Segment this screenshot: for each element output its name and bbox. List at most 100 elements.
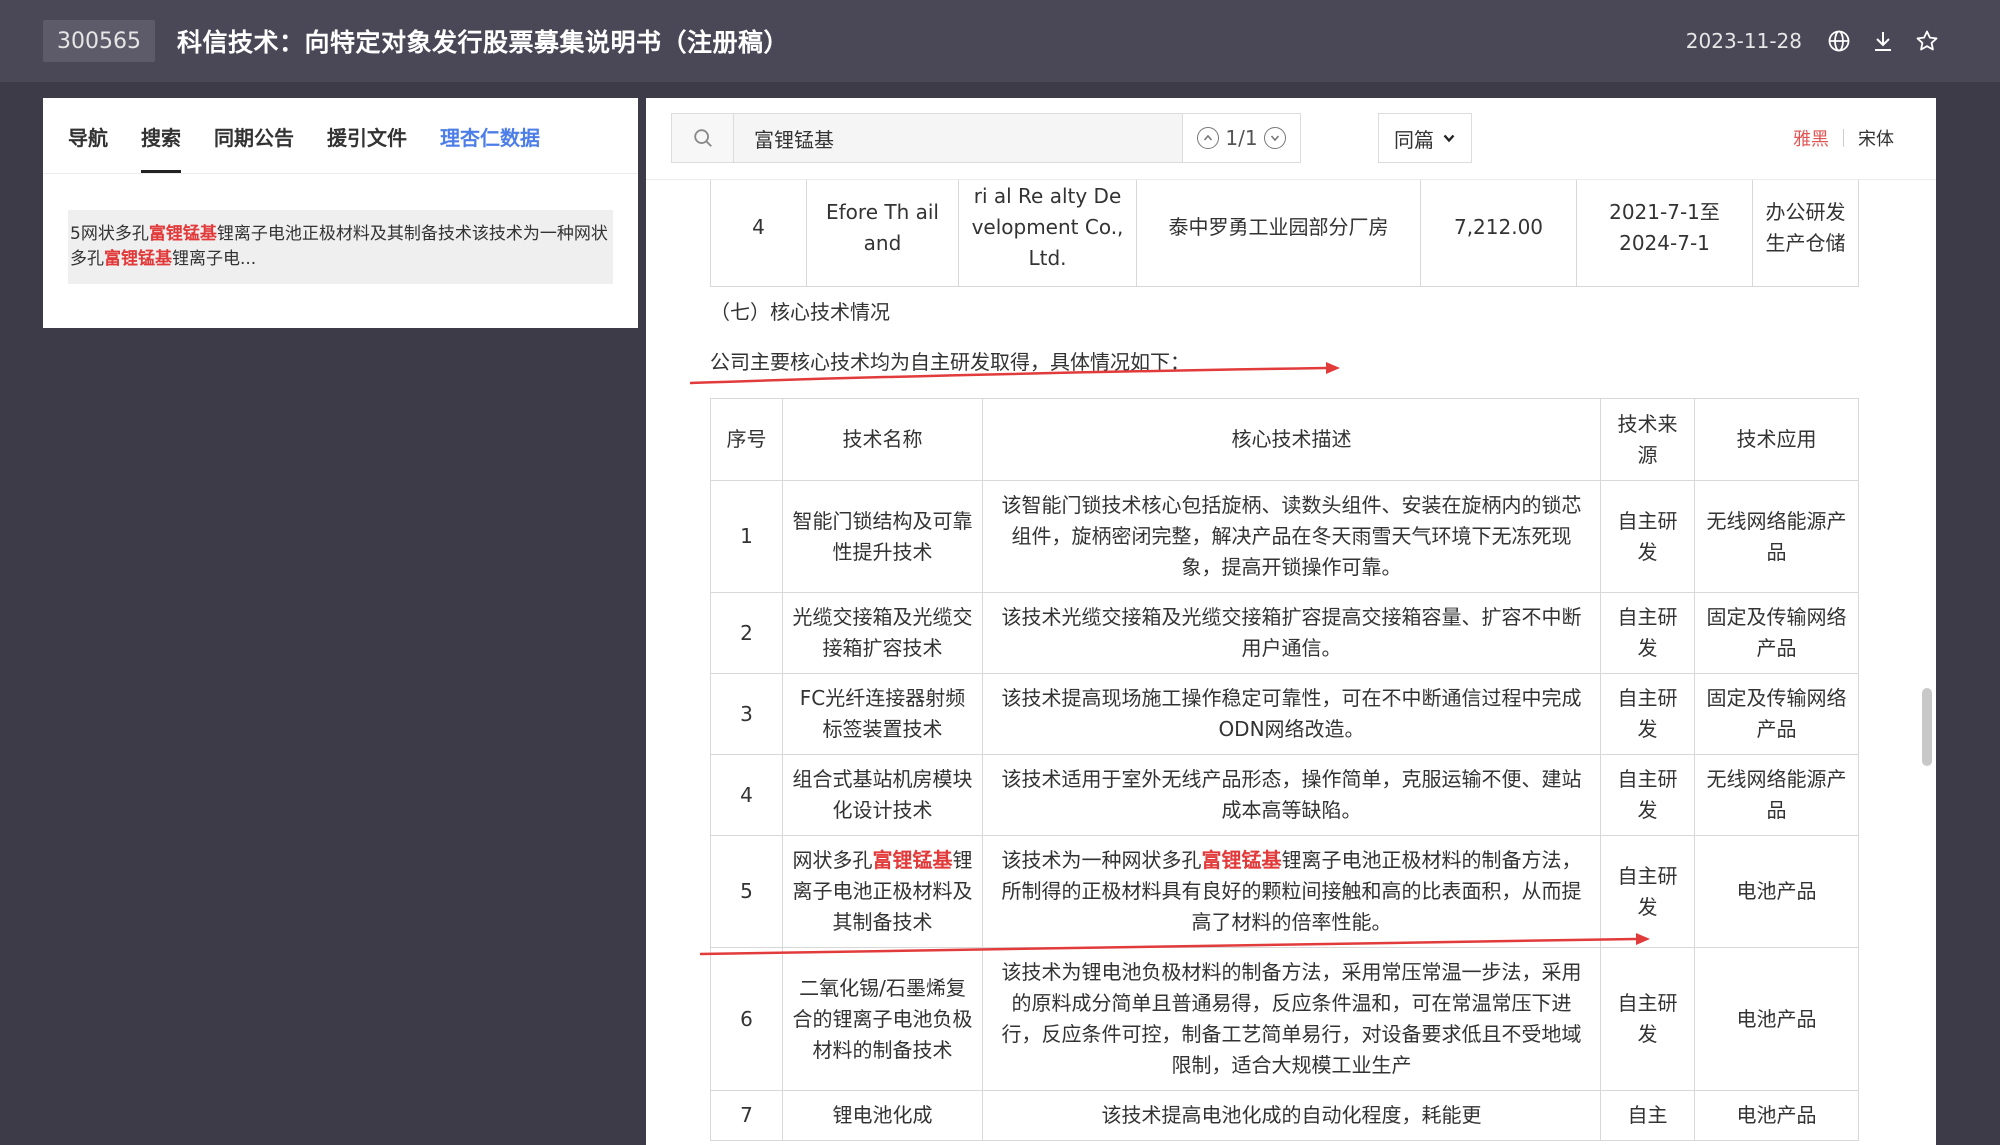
- tab-navigation[interactable]: 导航: [68, 122, 108, 173]
- font-option-yahei[interactable]: 雅黑: [1779, 125, 1843, 151]
- table-cell: 电池产品: [1694, 1090, 1859, 1141]
- table-cell: 自主研发: [1600, 754, 1695, 836]
- search-highlight: 富锂锰基: [1201, 848, 1282, 872]
- table-cell: ri al Re alty De velopment Co., Ltd.: [958, 168, 1137, 287]
- table-cell: 7,212.00: [1420, 168, 1577, 287]
- top-bar: 300565 科信技术：向特定对象发行股票募集说明书（注册稿） 2023-11-…: [0, 0, 2000, 82]
- table-cell: 4: [710, 168, 807, 287]
- header-cell: 技术名称: [782, 398, 983, 481]
- table-cell: 该技术提高电池化成的自动化程度，耗能更: [982, 1090, 1601, 1141]
- document-page: 4 Efore Th ail and ri al Re alty De velo…: [646, 98, 1936, 1145]
- table-cell: 电池产品: [1694, 835, 1859, 948]
- top-actions: 2023-11-28: [1686, 0, 1940, 82]
- left-panel: 导航 搜索 同期公告 援引文件 理杏仁数据 5网状多孔富锂锰基锂离子电池正极材料…: [43, 98, 638, 328]
- table-cell: 泰中罗勇工业园部分厂房: [1136, 168, 1421, 287]
- table-cell: 固定及传输网络产品: [1694, 673, 1859, 755]
- next-match-button[interactable]: [1263, 127, 1286, 149]
- table-header-row: 序号 技术名称 核心技术描述 技术来源 技术应用: [710, 398, 1859, 481]
- table-row: 6 二氧化锡/石墨烯复合的锂离子电池负极材料的制备技术 该技术为锂电池负极材料的…: [710, 947, 1859, 1091]
- table-cell: 固定及传输网络产品: [1694, 592, 1859, 674]
- font-option-songti[interactable]: 宋体: [1844, 125, 1908, 151]
- stock-code-badge: 300565: [43, 20, 155, 62]
- table-cell: 1: [710, 480, 783, 593]
- table-cell: 该智能门锁技术核心包括旋柄、读数头组件、安装在旋柄内的锁芯组件，旋柄密闭完整，解…: [982, 480, 1601, 593]
- table-cell: FC光纤连接器射频标签装置技术: [782, 673, 983, 755]
- font-switch: 雅黑 宋体: [1779, 113, 1908, 163]
- document-search-bar: 1/1 同篇 雅黑 宋体: [646, 98, 1936, 180]
- scope-value: 同篇: [1394, 127, 1434, 152]
- table-row: 2 光缆交接箱及光缆交接箱扩容技术 该技术光缆交接箱及光缆交接箱扩容提高交接箱容…: [710, 592, 1859, 674]
- table-cell: 锂电池化成: [782, 1090, 983, 1141]
- table-cell: 自主研发: [1600, 592, 1695, 674]
- star-icon[interactable]: [1914, 28, 1940, 54]
- scrollbar-thumb[interactable]: [1922, 688, 1932, 766]
- table-cell: 该技术适用于室外无线产品形态，操作简单，克服运输不便、建站成本高等缺陷。: [982, 754, 1601, 836]
- result-highlight: 富锂锰基: [148, 224, 217, 244]
- match-navigator: 1/1: [1183, 113, 1301, 163]
- section-heading: （七）核心技术情况: [710, 300, 890, 324]
- table-cell: 自主: [1600, 1090, 1695, 1141]
- table-cell: 自主研发: [1600, 947, 1695, 1091]
- table-row: 7 锂电池化成 该技术提高电池化成的自动化程度，耗能更 自主 电池产品: [710, 1090, 1859, 1141]
- tab-same-period[interactable]: 同期公告: [214, 122, 294, 173]
- tab-search[interactable]: 搜索: [141, 122, 181, 173]
- table-cell: 该技术光缆交接箱及光缆交接箱扩容提高交接箱容量、扩容不中断用户通信。: [982, 592, 1601, 674]
- table-cell: 4: [710, 754, 783, 836]
- document-title: 科信技术：向特定对象发行股票募集说明书（注册稿）: [176, 28, 789, 57]
- result-text: 5网状多孔: [70, 224, 149, 244]
- table-cell: 办公研发生产仓储: [1752, 168, 1859, 287]
- header-cell: 技术来源: [1600, 398, 1695, 481]
- header-cell: 技术应用: [1694, 398, 1859, 481]
- search-result-item[interactable]: 5网状多孔富锂锰基锂离子电池正极材料及其制备技术该技术为一种网状多孔富锂锰基锂离…: [68, 210, 613, 284]
- header-cell: 序号: [710, 398, 783, 481]
- search-input[interactable]: [733, 113, 1183, 163]
- left-tabs: 导航 搜索 同期公告 援引文件 理杏仁数据: [43, 98, 638, 174]
- intro-paragraph: 公司主要核心技术均为自主研发取得，具体情况如下：: [710, 350, 1190, 374]
- core-tech-table: 序号 技术名称 核心技术描述 技术来源 技术应用 1 智能门锁结构及可靠性提升技…: [710, 398, 1859, 1141]
- document-date: 2023-11-28: [1685, 29, 1802, 53]
- table-cell: 组合式基站机房模块化设计技术: [782, 754, 983, 836]
- cell-text: 该技术为一种网状多孔: [1001, 848, 1202, 872]
- table-cell: 电池产品: [1694, 947, 1859, 1091]
- table-cell: 自主研发: [1600, 480, 1695, 593]
- property-table: 4 Efore Th ail and ri al Re alty De velo…: [710, 168, 1859, 287]
- header-cell: 核心技术描述: [982, 398, 1601, 481]
- table-cell: 该技术为锂电池负极材料的制备方法，采用常压常温一步法，采用的原料成分简单且普通易…: [982, 947, 1601, 1091]
- chevron-down-icon: [1443, 134, 1455, 143]
- table-cell: 2021-7-1至2024-7-1: [1576, 168, 1753, 287]
- table-cell: 该技术提高现场施工操作稳定可靠性，可在不中断通信过程中完成ODN网络改造。: [982, 673, 1601, 755]
- table-cell: 无线网络能源产品: [1694, 480, 1859, 593]
- search-highlight: 富锂锰基: [872, 848, 953, 872]
- table-row: 1 智能门锁结构及可靠性提升技术 该智能门锁技术核心包括旋柄、读数头组件、安装在…: [710, 480, 1859, 593]
- table-cell: 3: [710, 673, 783, 755]
- table-cell: 二氧化锡/石墨烯复合的锂离子电池负极材料的制备技术: [782, 947, 983, 1091]
- table-row: 4 组合式基站机房模块化设计技术 该技术适用于室外无线产品形态，操作简单，克服运…: [710, 754, 1859, 836]
- tab-cited-docs[interactable]: 援引文件: [327, 122, 407, 173]
- table-cell: 自主研发: [1600, 673, 1695, 755]
- table-cell: 光缆交接箱及光缆交接箱扩容技术: [782, 592, 983, 674]
- globe-icon[interactable]: [1826, 28, 1852, 54]
- table-row: 3 FC光纤连接器射频标签装置技术 该技术提高现场施工操作稳定可靠性，可在不中断…: [710, 673, 1859, 755]
- table-row: 5 网状多孔富锂锰基锂离子电池正极材料及其制备技术 该技术为一种网状多孔富锂锰基…: [710, 835, 1859, 948]
- cell-text: 网状多孔: [792, 848, 873, 872]
- table-cell: 5: [710, 835, 783, 948]
- match-count: 1/1: [1225, 126, 1258, 150]
- search-icon[interactable]: [671, 113, 733, 163]
- table-cell: 智能门锁结构及可靠性提升技术: [782, 480, 983, 593]
- search-scope-select[interactable]: 同篇: [1378, 113, 1472, 163]
- table-cell: 无线网络能源产品: [1694, 754, 1859, 836]
- table-cell: 2: [710, 592, 783, 674]
- document-viewer: 4 Efore Th ail and ri al Re alty De velo…: [646, 98, 1936, 1145]
- tab-lixinger-data[interactable]: 理杏仁数据: [440, 122, 540, 173]
- result-highlight: 富锂锰基: [104, 249, 172, 269]
- table-cell: 7: [710, 1090, 783, 1141]
- download-icon[interactable]: [1870, 28, 1896, 54]
- table-row: 4 Efore Th ail and ri al Re alty De velo…: [710, 168, 1859, 287]
- table-cell: 6: [710, 947, 783, 1091]
- table-cell: Efore Th ail and: [806, 168, 959, 287]
- table-cell: 网状多孔富锂锰基锂离子电池正极材料及其制备技术: [782, 835, 983, 948]
- result-text: 锂离子电...: [172, 249, 257, 269]
- previous-match-button[interactable]: [1197, 127, 1220, 149]
- table-cell: 该技术为一种网状多孔富锂锰基锂离子电池正极材料的制备方法，所制得的正极材料具有良…: [982, 835, 1601, 948]
- table-cell: 自主研发: [1600, 835, 1695, 948]
